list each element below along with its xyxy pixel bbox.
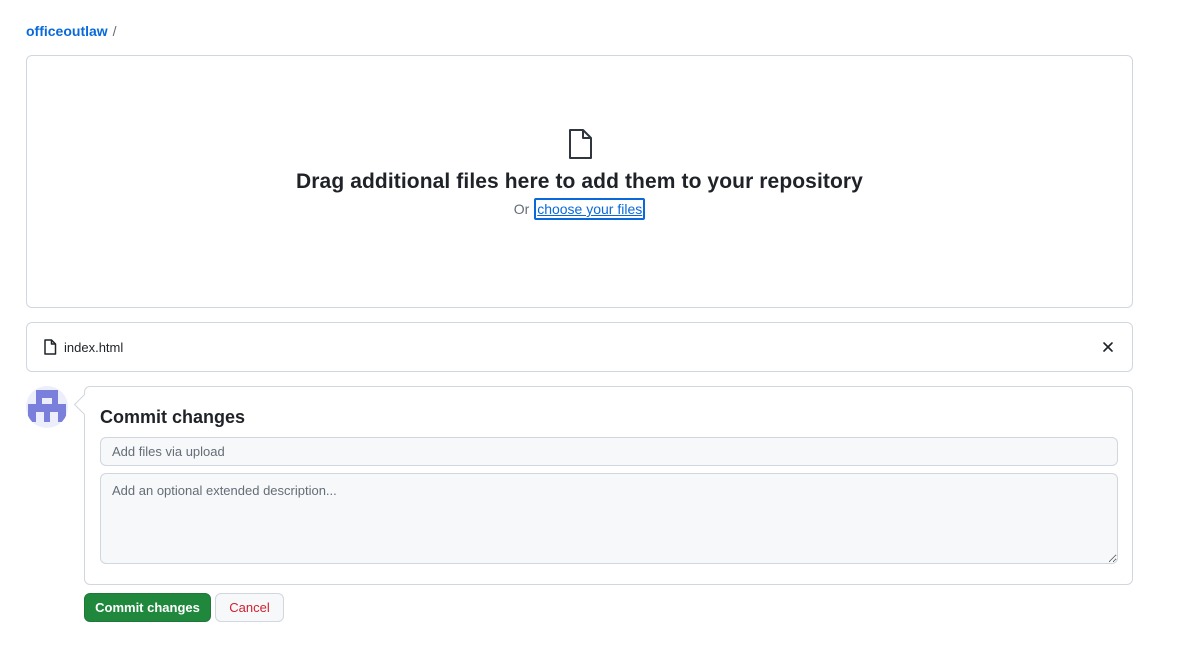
identicon: [28, 390, 66, 422]
cancel-button[interactable]: Cancel: [215, 593, 284, 622]
uploaded-file-row: index.html: [26, 322, 1133, 372]
upload-files-page: officeoutlaw / Drag additional files her…: [0, 0, 1200, 661]
avatar[interactable]: [26, 386, 68, 428]
dropzone-prefix: Or: [513, 201, 530, 217]
remove-file-button[interactable]: [1100, 339, 1116, 355]
file-icon: [566, 128, 594, 160]
commit-panel: Commit changes: [84, 386, 1133, 585]
breadcrumb: officeoutlaw /: [26, 22, 117, 40]
dropzone-subtext: Or choose your files: [514, 198, 646, 220]
file-name: index.html: [64, 339, 124, 355]
file-icon: [43, 339, 57, 355]
choose-files-link[interactable]: choose your files: [534, 198, 646, 220]
close-icon: [1103, 342, 1113, 352]
breadcrumb-owner-link[interactable]: officeoutlaw: [26, 22, 108, 40]
commit-changes-button[interactable]: Commit changes: [84, 593, 211, 622]
dropzone-title: Drag additional files here to add them t…: [296, 170, 863, 193]
commit-title: Commit changes: [100, 407, 246, 427]
breadcrumb-separator: /: [112, 23, 117, 39]
commit-summary-input[interactable]: [100, 437, 1118, 466]
commit-description-textarea[interactable]: [100, 473, 1118, 564]
file-dropzone[interactable]: Drag additional files here to add them t…: [26, 55, 1133, 308]
